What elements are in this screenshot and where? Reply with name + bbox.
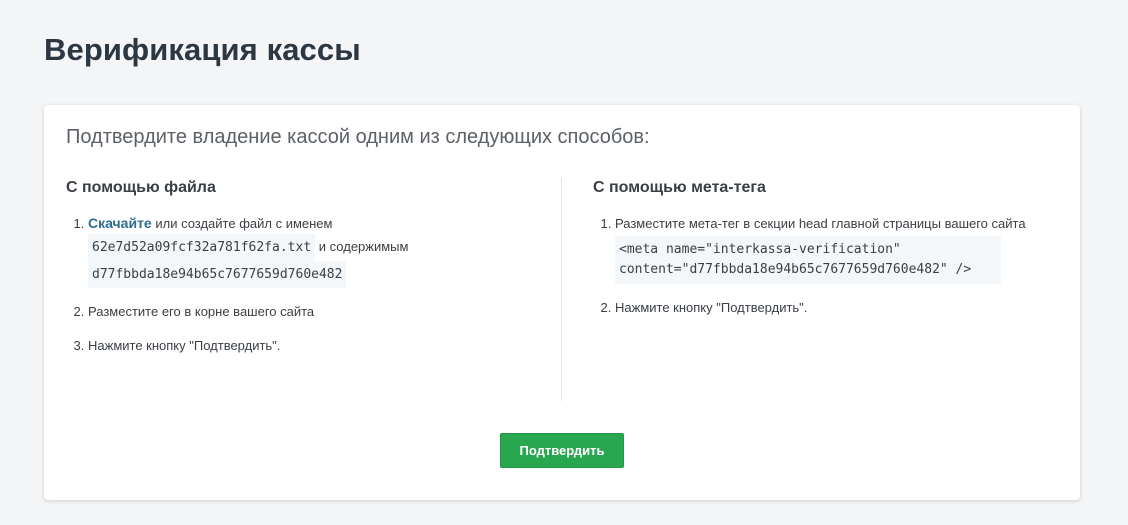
confirm-button[interactable]: Подтвердить <box>500 433 624 468</box>
column-divider <box>561 178 562 401</box>
file-content-code: d77fbbda18e94b65c7677659d760e482 <box>88 261 347 288</box>
file-step-2: Разместите его в корне вашего сайта <box>88 301 536 322</box>
file-step-1: Скачайте или создайте файл с именем 62e7… <box>88 213 536 288</box>
meta-step-1: Разместите мета-тег в секции head главно… <box>615 213 1033 284</box>
card-intro: Подтвердите владение кассой одним из сле… <box>66 126 650 148</box>
file-name-code: 62e7d52a09fcf32a781f62fa.txt <box>88 234 316 261</box>
meta-method-steps: Разместите мета-тег в секции head главно… <box>593 213 1033 318</box>
meta-method-heading: С помощью мета-тега <box>593 179 766 196</box>
verification-card: Подтвердите владение кассой одним из сле… <box>44 105 1080 500</box>
meta-tag-line-2: content="d77fbbda18e94b65c7677659d760e48… <box>619 262 972 277</box>
page-title: Верификация кассы <box>44 32 361 67</box>
download-link[interactable]: Скачайте <box>88 215 152 231</box>
meta-step-2: Нажмите кнопку "Подтвердить". <box>615 297 1033 318</box>
meta-step-1-text: Разместите мета-тег в секции head главно… <box>615 216 1026 231</box>
file-step-3: Нажмите кнопку "Подтвердить". <box>88 335 536 356</box>
meta-tag-code: <meta name="interkassa-verification" con… <box>615 236 1001 284</box>
file-method-section: С помощью файла Скачайте или создайте фа… <box>66 179 536 369</box>
meta-method-section: С помощью мета-тега Разместите мета-тег … <box>593 179 1033 331</box>
meta-tag-line-1: <meta name="interkassa-verification" <box>619 242 901 257</box>
file-method-steps: Скачайте или создайте файл с именем 62e7… <box>66 213 536 356</box>
file-step-1-text-a: или создайте файл с именем <box>155 216 333 231</box>
file-step-1-text-b: и содержимым <box>318 239 409 254</box>
file-method-heading: С помощью файла <box>66 179 216 196</box>
